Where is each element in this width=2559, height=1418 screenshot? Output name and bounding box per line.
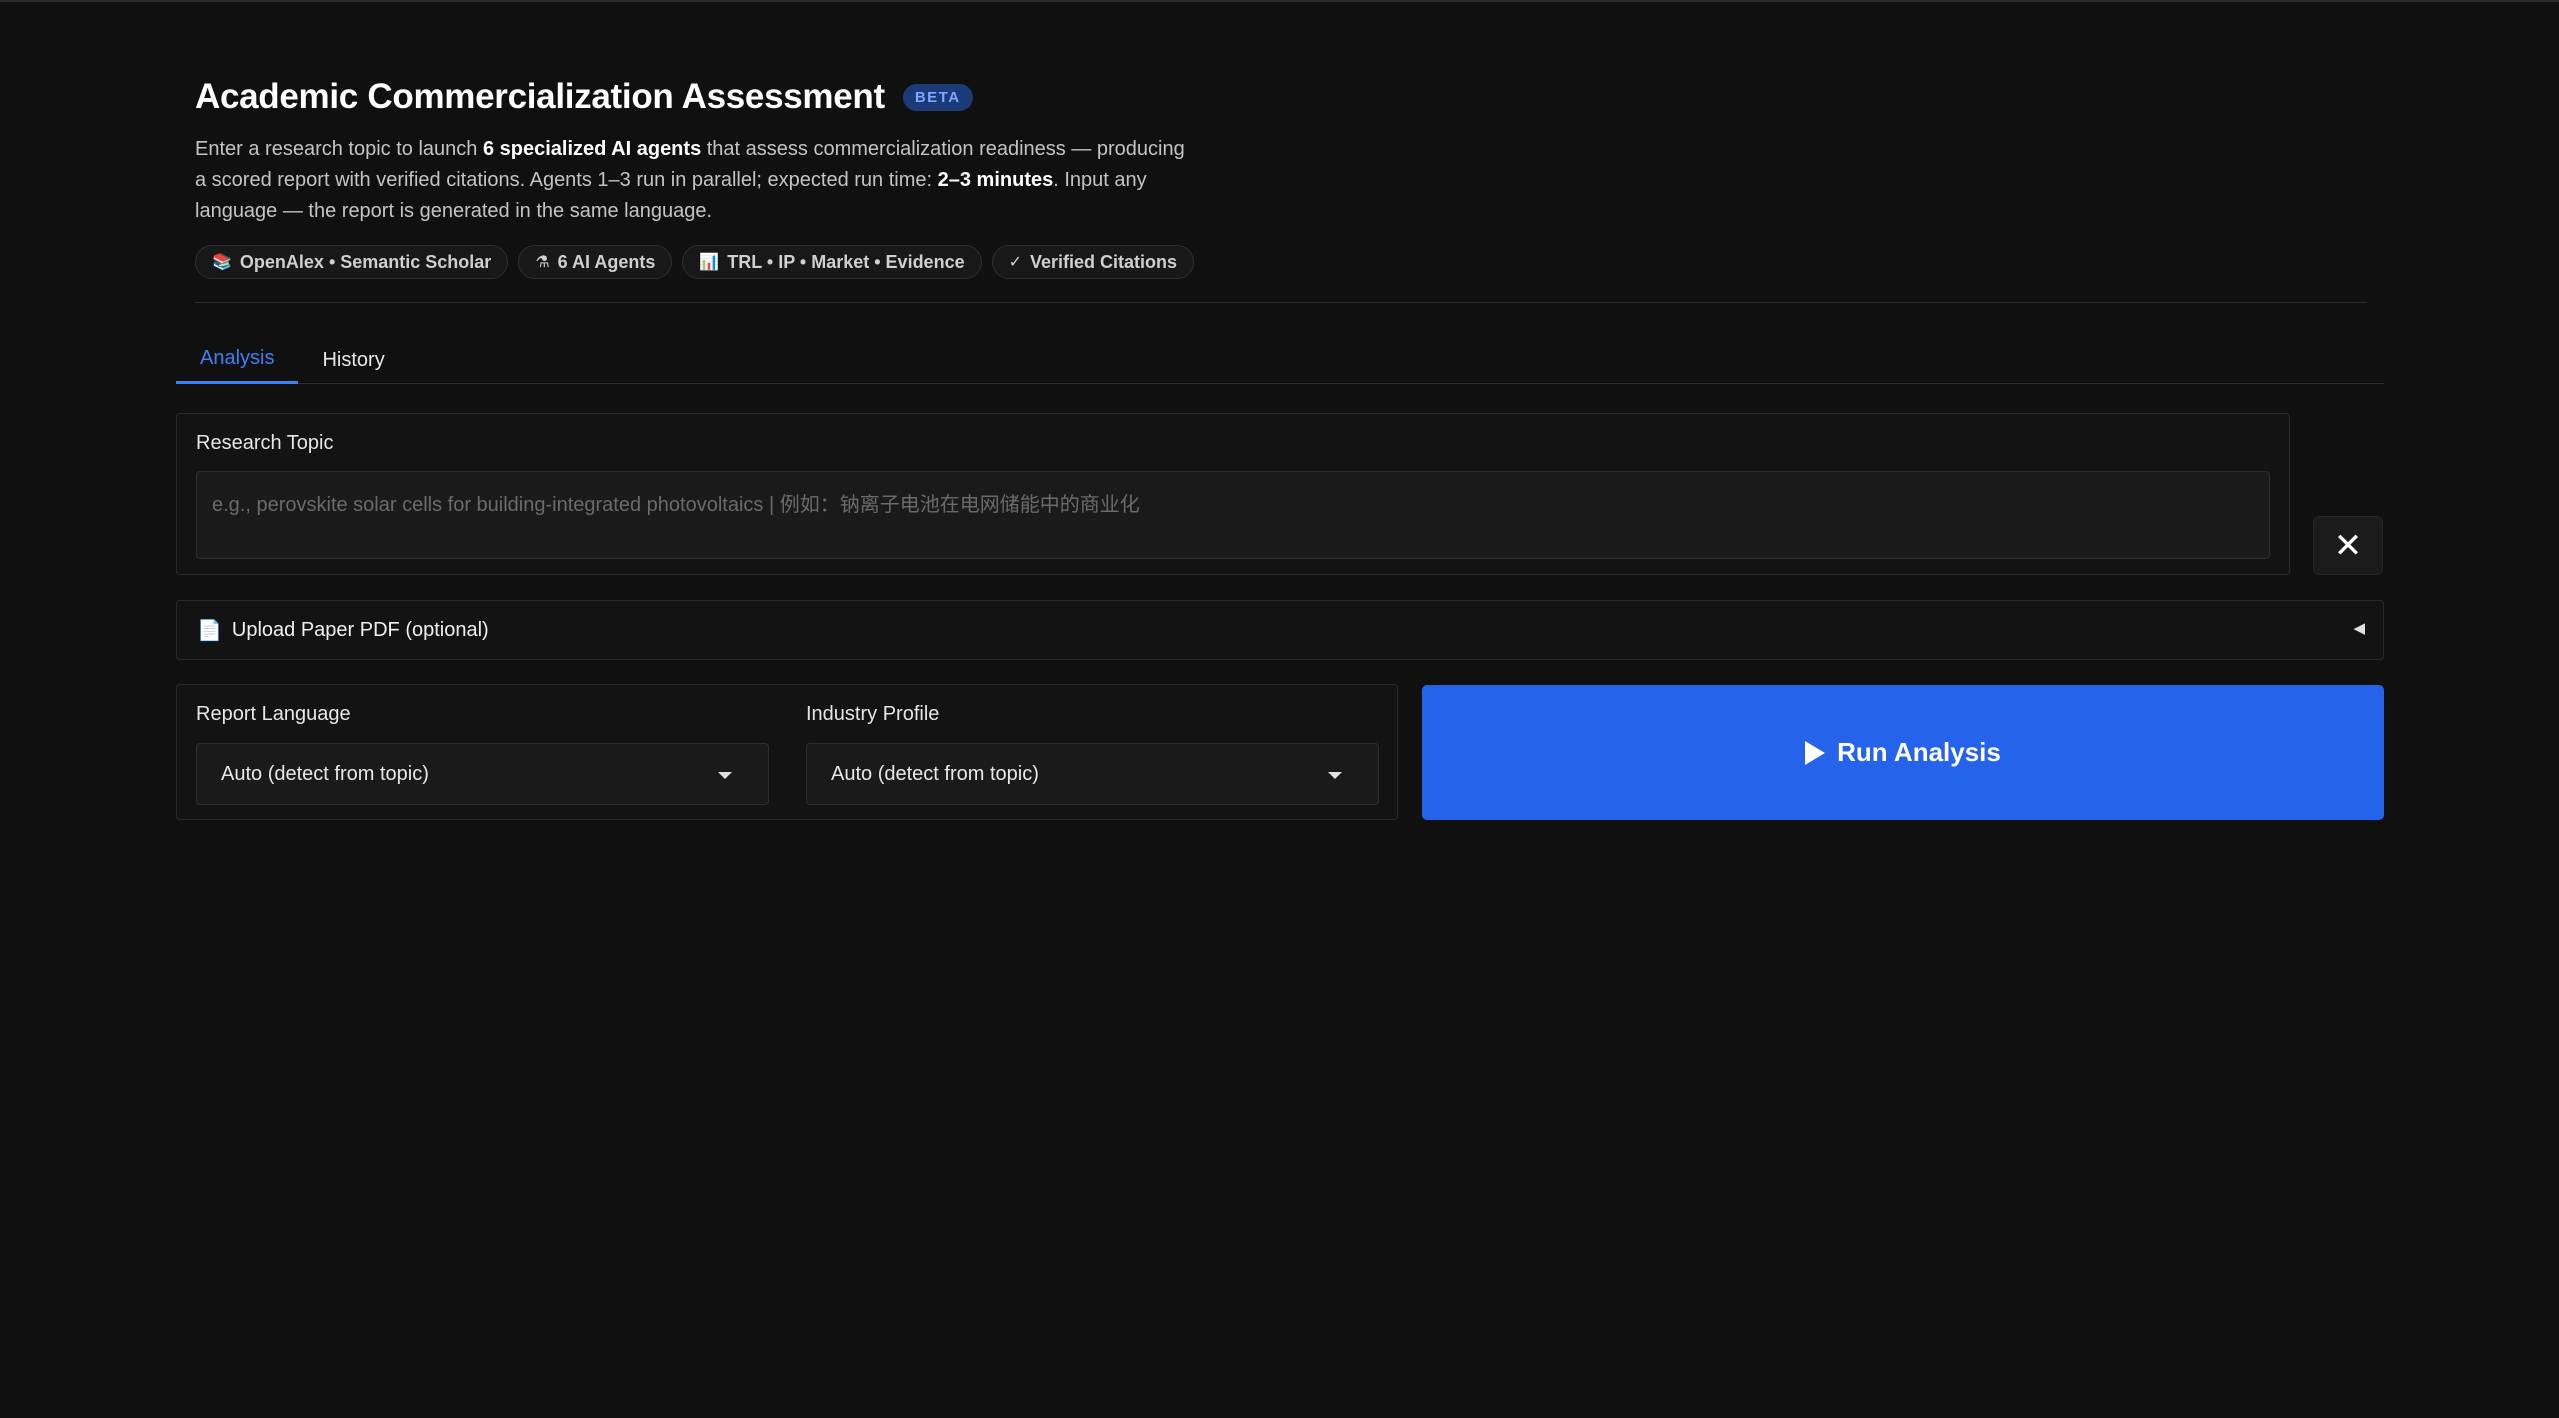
page-description: Enter a research topic to launch 6 speci…	[195, 134, 1195, 227]
books-icon: 📚	[212, 254, 232, 271]
research-topic-input[interactable]	[196, 471, 2270, 559]
options-panel: Report Language Auto (detect from topic)…	[176, 684, 1398, 820]
top-border	[0, 0, 2559, 2]
app-page: Academic Commercialization Assessment BE…	[0, 0, 2559, 1418]
industry-profile-label: Industry Profile	[806, 703, 940, 725]
dropdown-arrow-icon	[718, 772, 732, 779]
research-topic-panel: Research Topic	[176, 413, 2290, 575]
report-language-value: Auto (detect from topic)	[221, 762, 429, 785]
play-icon	[1805, 740, 1826, 765]
chip-citations: ✓ Verified Citations	[991, 245, 1195, 279]
description-bold-runtime: 2–3 minutes	[937, 169, 1054, 191]
caret-left-icon: ◀	[2353, 620, 2365, 637]
upload-pdf-label: Upload Paper PDF (optional)	[231, 618, 489, 641]
tab-bar: Analysis History	[176, 336, 2384, 384]
industry-profile-select[interactable]: Auto (detect from topic)	[806, 743, 1379, 805]
page-title: Academic Commercialization Assessment	[195, 77, 885, 116]
dropdown-arrow-icon	[1328, 772, 1342, 779]
industry-profile-value: Auto (detect from topic)	[831, 762, 1039, 785]
feature-chips: 📚 OpenAlex • Semantic Scholar ⚗ 6 AI Age…	[195, 245, 2367, 279]
header-divider	[195, 302, 2367, 303]
report-language-label: Report Language	[196, 703, 351, 725]
report-language-select[interactable]: Auto (detect from topic)	[196, 743, 769, 805]
clear-button[interactable]: ✕	[2313, 516, 2383, 575]
chip-metrics: 📊 TRL • IP • Market • Evidence	[682, 245, 982, 279]
chip-label: 6 AI Agents	[557, 251, 656, 272]
document-icon: 📄	[197, 619, 222, 642]
research-topic-label: Research Topic	[196, 432, 334, 454]
description-text-1: Enter a research topic to launch	[195, 138, 483, 160]
run-analysis-label: Run Analysis	[1837, 737, 2001, 767]
chip-agents: ⚗ 6 AI Agents	[518, 245, 673, 279]
run-analysis-button[interactable]: Run Analysis	[1422, 685, 2384, 820]
description-bold-agents: 6 specialized AI agents	[482, 138, 702, 160]
upload-pdf-accordion[interactable]: 📄 Upload Paper PDF (optional) ◀	[176, 600, 2384, 660]
tab-analysis[interactable]: Analysis	[176, 336, 299, 384]
chip-sources: 📚 OpenAlex • Semantic Scholar	[195, 245, 509, 279]
title-row: Academic Commercialization Assessment BE…	[195, 72, 2367, 122]
tab-history[interactable]: History	[298, 336, 408, 384]
flask-icon: ⚗	[535, 254, 550, 271]
chip-label: TRL • IP • Market • Evidence	[727, 251, 965, 272]
header: Academic Commercialization Assessment BE…	[195, 72, 2367, 279]
chip-label: Verified Citations	[1030, 251, 1178, 272]
check-icon: ✓	[1008, 254, 1022, 271]
bar-chart-icon: 📊	[699, 254, 720, 271]
close-icon: ✕	[2333, 526, 2363, 565]
beta-badge: BETA	[902, 83, 973, 111]
chip-label: OpenAlex • Semantic Scholar	[239, 251, 492, 272]
